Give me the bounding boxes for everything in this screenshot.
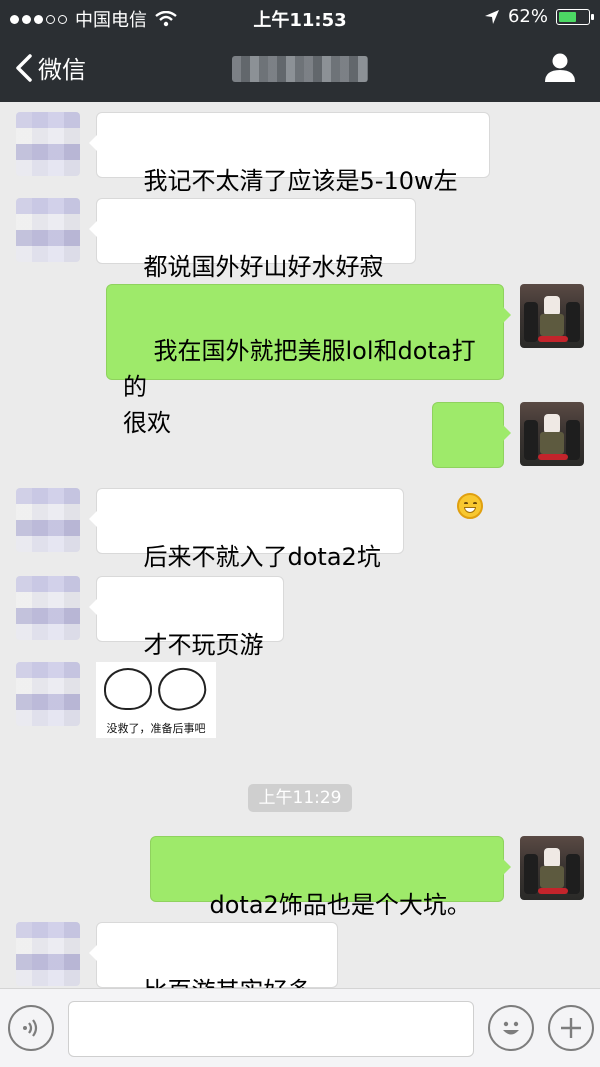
message-text: dota2饰品也是个大坑。 (209, 891, 471, 919)
message-text: 比页游其实好多了 (113, 977, 312, 988)
back-label: 微信 (38, 56, 86, 84)
message-bubble-outgoing[interactable]: dota2饰品也是个大坑。 (150, 836, 511, 949)
back-button[interactable]: 微信 (14, 50, 86, 85)
smiley-icon (503, 1021, 519, 1035)
input-bar (0, 988, 600, 1067)
message-bubble-outgoing[interactable]: 我在国外就把美服lol和dota打的 很欢 (106, 284, 511, 437)
battery-fill (559, 11, 577, 22)
message-bubble-incoming[interactable]: 比页游其实好多了 (89, 922, 338, 988)
message-bubble-outgoing[interactable] (432, 402, 511, 519)
my-avatar[interactable] (520, 284, 584, 348)
voice-icon (23, 1019, 38, 1037)
contact-avatar[interactable] (16, 576, 80, 640)
contact-avatar[interactable] (16, 112, 80, 176)
contact-profile-icon[interactable] (542, 50, 578, 86)
message-input[interactable] (68, 1001, 474, 1057)
sticker-caption: 没救了，准备后事吧 (106, 722, 206, 735)
contact-avatar[interactable] (16, 662, 80, 726)
message-bubble-incoming[interactable]: 都说国外好山好水好寂寞 (89, 198, 416, 317)
chat-title-blurred (232, 56, 368, 82)
contact-avatar[interactable] (16, 488, 80, 552)
grin-emoji-icon (457, 493, 483, 519)
chat-timestamp: 上午11:29 (248, 784, 352, 812)
bear-face-covering-icon (154, 663, 210, 715)
message-bubble-incoming[interactable]: 后来不就入了dota2坑了 (89, 488, 404, 607)
status-right: 62% (484, 6, 594, 27)
chevron-left-icon (16, 53, 32, 82)
contact-avatar[interactable] (16, 922, 80, 986)
message-bubble-incoming[interactable]: 才不玩页游的 (89, 576, 284, 695)
emoji-button[interactable] (488, 1005, 534, 1051)
more-options-button[interactable] (548, 1005, 594, 1051)
battery-percent: 62% (507, 6, 548, 27)
sticker-message[interactable]: 没救了，准备后事吧 (96, 662, 216, 738)
status-bar: 中国电信 上午11:53 62% (0, 0, 600, 34)
battery-icon (556, 8, 594, 25)
contact-avatar[interactable] (16, 198, 80, 262)
message-text: 我在国外就把美服lol和dota打的 很欢 (123, 337, 476, 437)
chat-area[interactable]: 我记不太清了应该是5-10w左右 都说国外好山好水好寂寞 我在国外就把美服lol… (0, 102, 600, 988)
message-bubble-incoming[interactable]: 我记不太清了应该是5-10w左右 (89, 112, 490, 231)
location-arrow-icon (484, 9, 499, 24)
voice-input-button[interactable] (8, 1005, 54, 1051)
bear-face-icon (104, 668, 152, 710)
my-avatar[interactable] (520, 836, 584, 900)
plus-icon (561, 1018, 581, 1038)
nav-bar: 微信 (0, 34, 600, 102)
my-avatar[interactable] (520, 402, 584, 466)
